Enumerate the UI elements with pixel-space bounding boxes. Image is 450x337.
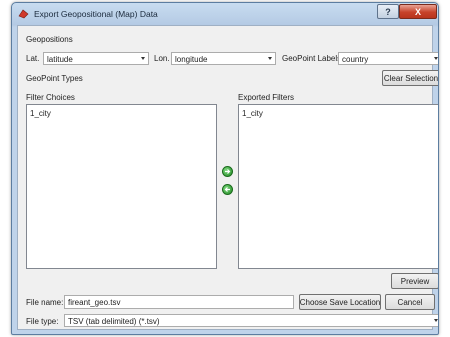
geopoint-types-heading: GeoPoint Types: [26, 74, 83, 83]
title-bar[interactable]: Export Geopositional (Map) Data ? X: [12, 3, 438, 25]
list-item[interactable]: 1_city: [30, 109, 51, 118]
chevron-down-icon: [434, 57, 438, 60]
lon-select-value: longitude: [175, 55, 208, 64]
arrow-right-icon: [225, 169, 231, 174]
geopoint-labels-label: GeoPoint Labels: [282, 54, 342, 63]
file-type-select[interactable]: TSV (tab delimited) (*.tsv): [64, 314, 438, 327]
list-item[interactable]: 1_city: [242, 109, 263, 118]
chevron-down-icon: [434, 319, 438, 322]
chevron-down-icon: [268, 57, 272, 60]
file-name-input[interactable]: fireant_geo.tsv: [64, 295, 294, 309]
lat-label: Lat.: [26, 54, 40, 63]
export-dialog: Export Geopositional (Map) Data ? X Geop…: [11, 2, 439, 335]
file-name-label: File name:: [26, 298, 64, 307]
dialog-body: Geopositions Lat. latitude Lon. longitud…: [17, 25, 438, 330]
exported-filters-list[interactable]: 1_city: [238, 104, 438, 269]
lat-select-value: latitude: [47, 55, 73, 64]
chevron-down-icon: [141, 57, 145, 60]
choose-save-location-button[interactable]: Choose Save Location: [299, 294, 381, 310]
lat-select[interactable]: latitude: [43, 52, 149, 65]
geopoint-labels-value: country: [342, 55, 369, 64]
close-button[interactable]: X: [399, 4, 437, 19]
window-title: Export Geopositional (Map) Data: [34, 9, 158, 19]
geopoint-labels-select[interactable]: country: [338, 52, 438, 65]
app-icon: [18, 9, 29, 19]
filter-choices-heading: Filter Choices: [26, 93, 75, 102]
lon-label: Lon.: [154, 54, 170, 63]
exported-filters-heading: Exported Filters: [238, 93, 295, 102]
clear-selection-button[interactable]: Clear Selection: [382, 70, 438, 86]
file-name-value: fireant_geo.tsv: [68, 298, 121, 307]
lon-select[interactable]: longitude: [171, 52, 276, 65]
remove-filter-button[interactable]: [222, 184, 233, 195]
cancel-button[interactable]: Cancel: [385, 294, 435, 310]
filter-choices-list[interactable]: 1_city: [26, 104, 217, 269]
file-type-value: TSV (tab delimited) (*.tsv): [68, 317, 160, 326]
geopositions-heading: Geopositions: [26, 35, 73, 44]
help-button[interactable]: ?: [377, 4, 399, 19]
file-type-label: File type:: [26, 317, 59, 326]
add-filter-button[interactable]: [222, 166, 233, 177]
arrow-left-icon: [224, 187, 230, 192]
preview-button[interactable]: Preview: [391, 273, 438, 289]
